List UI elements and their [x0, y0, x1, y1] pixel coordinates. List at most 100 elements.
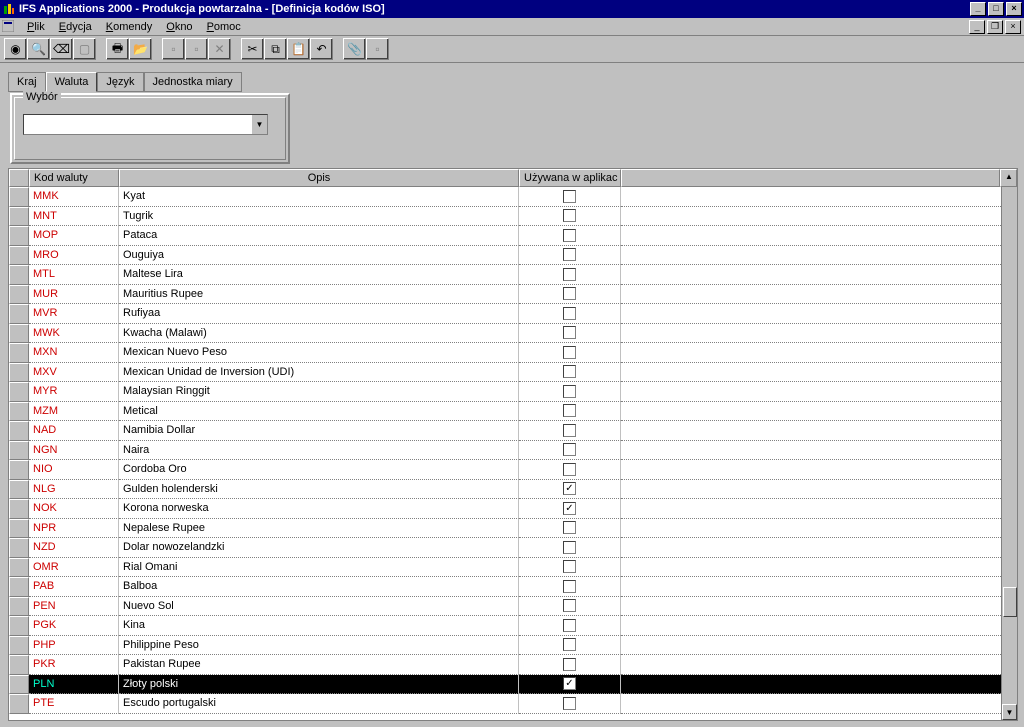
cell-desc[interactable]: Mexican Unidad de Inversion (UDI) [119, 363, 519, 383]
row-selector[interactable] [9, 460, 29, 480]
cell-used[interactable] [519, 343, 621, 363]
cell-desc[interactable]: Cordoba Oro [119, 460, 519, 480]
checkbox-icon[interactable]: ✓ [563, 677, 576, 690]
cell-code[interactable]: MOP [29, 226, 119, 246]
cell-code[interactable]: MRO [29, 246, 119, 266]
table-row[interactable]: MVRRufiyaa [9, 304, 1017, 324]
cell-desc[interactable]: Metical [119, 402, 519, 422]
blank-icon[interactable]: ▢ [73, 38, 96, 60]
cut-icon[interactable]: ✂ [241, 38, 264, 60]
cell-used[interactable] [519, 441, 621, 461]
checkbox-icon[interactable] [563, 638, 576, 651]
cell-code[interactable]: PGK [29, 616, 119, 636]
cell-used[interactable] [519, 226, 621, 246]
table-row[interactable]: PENNuevo Sol [9, 597, 1017, 617]
row-selector[interactable] [9, 694, 29, 714]
row-selector[interactable] [9, 675, 29, 695]
checkbox-icon[interactable] [563, 521, 576, 534]
cell-used[interactable] [519, 187, 621, 207]
cell-used[interactable] [519, 246, 621, 266]
checkbox-icon[interactable] [563, 385, 576, 398]
row-selector[interactable] [9, 441, 29, 461]
checkbox-icon[interactable] [563, 463, 576, 476]
cell-code[interactable]: MWK [29, 324, 119, 344]
cell-desc[interactable]: Korona norweska [119, 499, 519, 519]
col-selector[interactable] [9, 169, 29, 187]
cell-code[interactable]: MUR [29, 285, 119, 305]
col-code[interactable]: Kod waluty [29, 169, 119, 187]
row-selector[interactable] [9, 480, 29, 500]
table-row[interactable]: MWKKwacha (Malawi) [9, 324, 1017, 344]
cell-desc[interactable]: Rial Omani [119, 558, 519, 578]
menu-pomoc[interactable]: Pomoc [200, 20, 248, 34]
row-selector[interactable] [9, 343, 29, 363]
cell-desc[interactable]: Philippine Peso [119, 636, 519, 656]
open-icon[interactable]: 📂 [129, 38, 152, 60]
cell-used[interactable] [519, 324, 621, 344]
cell-desc[interactable]: Escudo portugalski [119, 694, 519, 714]
copy-row-icon[interactable]: ▫ [185, 38, 208, 60]
table-row[interactable]: MMKKyat [9, 187, 1017, 207]
checkbox-icon[interactable] [563, 209, 576, 222]
tab-kraj[interactable]: Kraj [8, 72, 46, 92]
cell-used[interactable] [519, 538, 621, 558]
table-row[interactable]: NGNNaira [9, 441, 1017, 461]
row-selector[interactable] [9, 382, 29, 402]
new-icon[interactable]: ▫ [162, 38, 185, 60]
table-row[interactable]: MTLMaltese Lira [9, 265, 1017, 285]
cell-used[interactable] [519, 655, 621, 675]
cell-used[interactable] [519, 421, 621, 441]
scrollbar-thumb[interactable] [1003, 587, 1017, 617]
checkbox-icon[interactable] [563, 560, 576, 573]
row-selector[interactable] [9, 187, 29, 207]
cell-code[interactable]: MZM [29, 402, 119, 422]
search-icon[interactable]: 🔍 [27, 38, 50, 60]
copy-icon[interactable]: ⧉ [264, 38, 287, 60]
checkbox-icon[interactable] [563, 346, 576, 359]
row-selector[interactable] [9, 265, 29, 285]
cell-code[interactable]: MVR [29, 304, 119, 324]
cell-used[interactable] [519, 285, 621, 305]
minimize-button[interactable]: _ [970, 2, 986, 16]
chevron-down-icon[interactable]: ▼ [251, 115, 267, 134]
mdi-restore-button[interactable]: ❐ [987, 20, 1003, 34]
cell-code[interactable]: PHP [29, 636, 119, 656]
cell-desc[interactable]: Złoty polski [119, 675, 519, 695]
cell-code[interactable]: PAB [29, 577, 119, 597]
cell-code[interactable]: NIO [29, 460, 119, 480]
table-row[interactable]: PKRPakistan Rupee [9, 655, 1017, 675]
col-desc[interactable]: Opis [119, 169, 519, 187]
cell-desc[interactable]: Naira [119, 441, 519, 461]
cell-used[interactable]: ✓ [519, 499, 621, 519]
cell-code[interactable]: PKR [29, 655, 119, 675]
table-row[interactable]: NZDDolar nowozelandzki [9, 538, 1017, 558]
table-row[interactable]: NPRNepalese Rupee [9, 519, 1017, 539]
checkbox-icon[interactable] [563, 443, 576, 456]
cell-used[interactable] [519, 577, 621, 597]
row-selector[interactable] [9, 499, 29, 519]
menu-plik[interactable]: Plik [20, 20, 52, 34]
cell-code[interactable]: NZD [29, 538, 119, 558]
menu-edycja[interactable]: Edycja [52, 20, 99, 34]
tab-jezyk[interactable]: Język [97, 72, 143, 92]
checkbox-icon[interactable]: ✓ [563, 482, 576, 495]
cell-used[interactable] [519, 519, 621, 539]
cell-code[interactable]: MYR [29, 382, 119, 402]
table-row[interactable]: MXVMexican Unidad de Inversion (UDI) [9, 363, 1017, 383]
cell-used[interactable] [519, 616, 621, 636]
checkbox-icon[interactable]: ✓ [563, 502, 576, 515]
cell-desc[interactable]: Tugrik [119, 207, 519, 227]
table-row[interactable]: MXNMexican Nuevo Peso [9, 343, 1017, 363]
table-row[interactable]: OMRRial Omani [9, 558, 1017, 578]
checkbox-icon[interactable] [563, 248, 576, 261]
menu-komendy[interactable]: Komendy [99, 20, 159, 34]
scroll-up-icon[interactable]: ▲ [1000, 169, 1017, 187]
row-selector[interactable] [9, 324, 29, 344]
cell-used[interactable] [519, 558, 621, 578]
cell-desc[interactable]: Pakistan Rupee [119, 655, 519, 675]
checkbox-icon[interactable] [563, 190, 576, 203]
filter-input[interactable] [24, 115, 251, 134]
cell-used[interactable]: ✓ [519, 480, 621, 500]
cell-desc[interactable]: Mauritius Rupee [119, 285, 519, 305]
cell-code[interactable]: MMK [29, 187, 119, 207]
